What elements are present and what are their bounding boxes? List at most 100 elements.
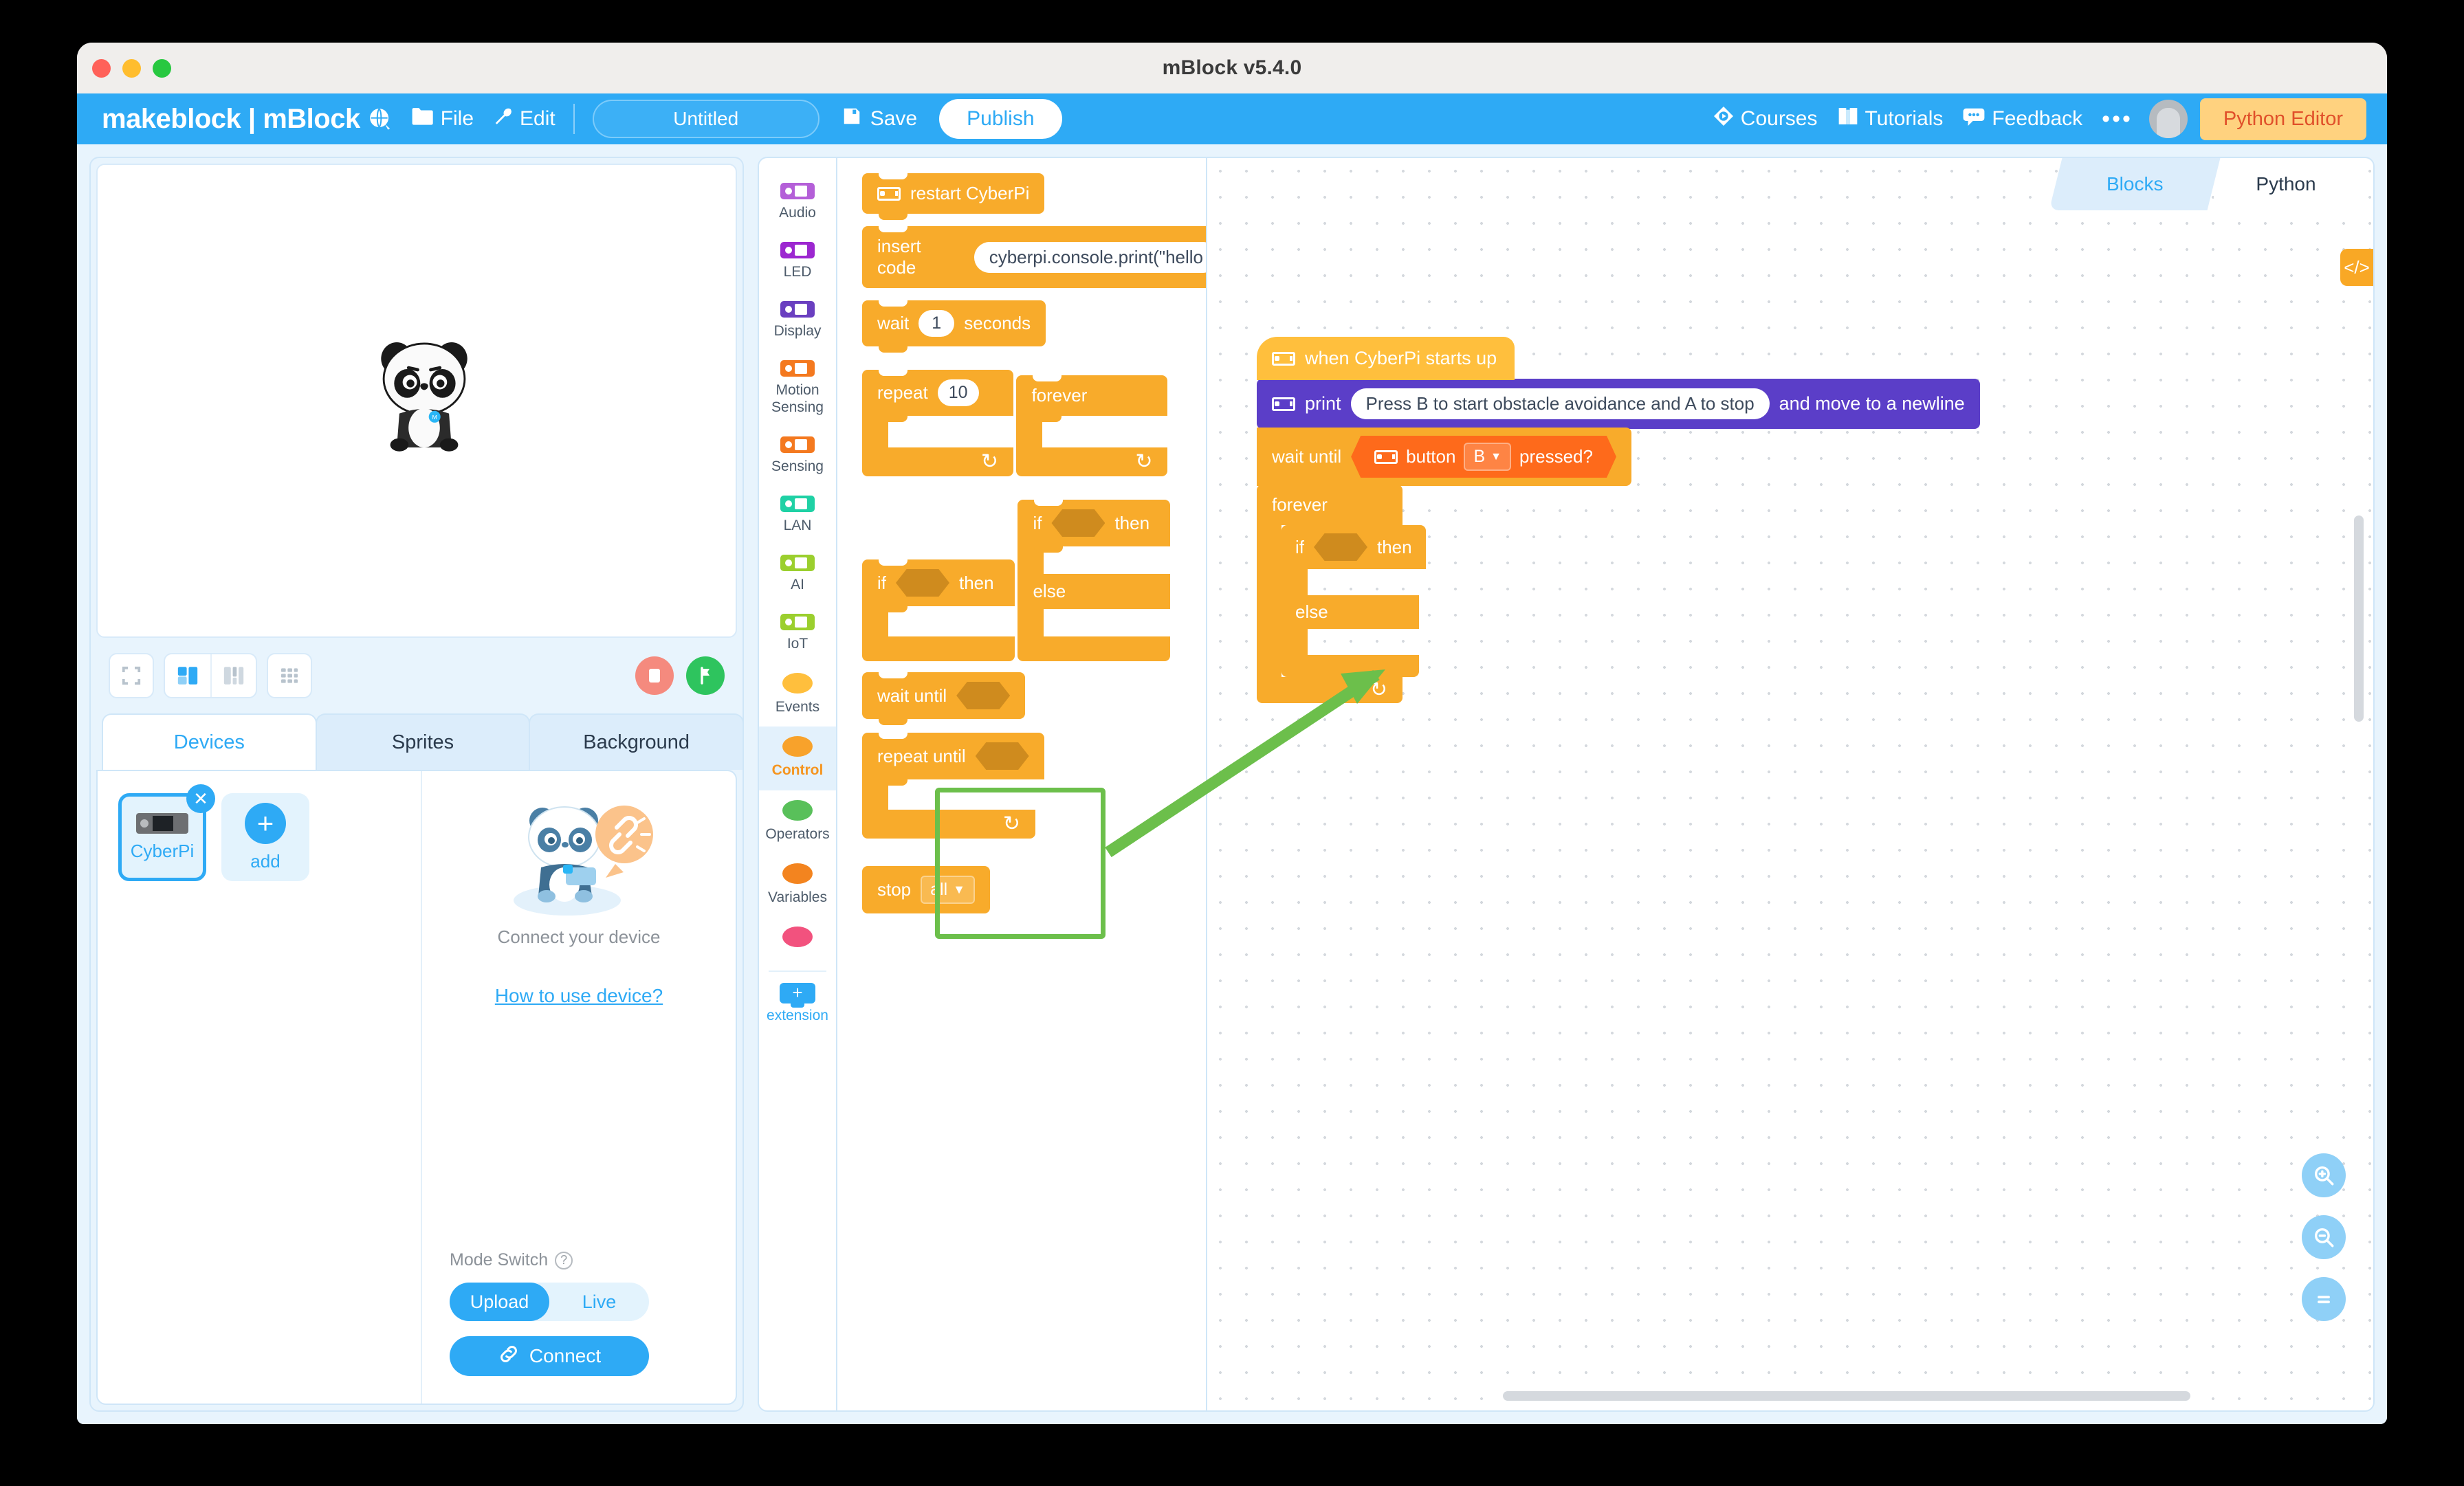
courses-menu[interactable]: Courses	[1713, 105, 1818, 133]
palette-block-if-then[interactable]: if then	[862, 559, 1015, 661]
device-card-cyberpi[interactable]: ✕ CyberPi	[118, 784, 215, 881]
my-blocks-dot-icon	[782, 926, 813, 947]
close-window-button[interactable]	[92, 59, 111, 78]
category-my-blocks[interactable]	[759, 917, 836, 964]
save-button[interactable]: Save	[842, 106, 917, 132]
loop-arrow-icon: ↻	[1370, 678, 1387, 701]
category-label: Events	[775, 699, 820, 716]
category-variables[interactable]: Variables	[759, 854, 836, 917]
palette-block-stop[interactable]: stop all ▼	[862, 866, 990, 913]
wait-seconds-value[interactable]: 1	[918, 310, 955, 337]
workspace-horizontal-scrollbar[interactable]	[1503, 1391, 2190, 1401]
insert-code-value[interactable]: cyberpi.console.print("hello	[974, 241, 1206, 273]
category-sensing[interactable]: Sensing	[759, 427, 836, 486]
palette-block-forever[interactable]: forever ↻	[1016, 375, 1168, 476]
tab-python[interactable]: Python	[2214, 158, 2358, 210]
fullscreen-icon[interactable]	[109, 653, 154, 698]
palette-block-repeat[interactable]: repeat 10 ↻	[862, 370, 1013, 476]
tab-background[interactable]: Background	[529, 713, 742, 770]
button-select-dropdown[interactable]: B ▼	[1464, 443, 1511, 471]
add-extension-button[interactable]: + extension	[759, 979, 836, 1024]
mode-option-live[interactable]: Live	[549, 1283, 649, 1321]
repeat-count-value[interactable]: 10	[937, 379, 979, 406]
category-display[interactable]: Display	[759, 291, 836, 351]
condition-slot[interactable]	[956, 682, 1011, 709]
minimize-window-button[interactable]	[122, 59, 141, 78]
device-card-add[interactable]: + add	[221, 793, 309, 881]
condition-slot[interactable]	[1314, 533, 1367, 561]
category-ai[interactable]: AI	[759, 545, 836, 604]
print-message-input[interactable]: Press B to start obstacle avoidance and …	[1350, 388, 1770, 419]
workspace-tabs: Blocks Python	[2049, 158, 2358, 210]
condition-slot[interactable]	[896, 569, 949, 597]
grid-layout-icon[interactable]	[267, 653, 312, 698]
wait-until-label: wait until	[1272, 446, 1342, 467]
block-when-cyberpi-starts-up[interactable]: when CyberPi starts up	[1257, 337, 1515, 380]
blocks-workspace[interactable]: Blocks Python </> when CyberPi starts up	[1206, 157, 2375, 1412]
panda-sprite[interactable]: M	[359, 330, 490, 461]
variables-dot-icon	[782, 863, 813, 884]
category-led[interactable]: LED	[759, 232, 836, 291]
brand-logo[interactable]: makeblock | mBlock	[102, 105, 360, 133]
palette-block-wait-seconds[interactable]: wait 1 seconds	[862, 300, 1046, 353]
block-wait-until-button[interactable]: wait until button B ▼ pressed?	[1257, 428, 1631, 486]
question-mark-icon[interactable]: ?	[555, 1251, 573, 1269]
more-options-icon[interactable]: •••	[2102, 107, 2133, 131]
code-brackets-icon[interactable]: </>	[2340, 249, 2373, 286]
block-palette[interactable]: restart CyberPi insert code cyberpi.cons…	[837, 157, 1206, 1412]
palette-block-repeat-until[interactable]: repeat until ↻	[862, 733, 1044, 839]
stop-icon[interactable]	[635, 656, 674, 695]
condition-slot[interactable]	[1051, 509, 1106, 537]
tab-devices[interactable]: Devices	[102, 713, 317, 770]
category-motion-sensing[interactable]: Motion Sensing	[759, 351, 836, 426]
script-stack[interactable]: when CyberPi starts up print Press B to …	[1257, 337, 1980, 703]
palette-block-insert-code[interactable]: insert code cyberpi.console.print("hello	[862, 226, 1206, 288]
block-label: when CyberPi starts up	[1305, 348, 1497, 368]
traffic-light-buttons[interactable]	[92, 59, 171, 78]
globe-language-icon[interactable]	[368, 107, 392, 131]
close-icon[interactable]: ✕	[186, 784, 215, 813]
category-lan[interactable]: LAN	[759, 486, 836, 545]
tutorials-menu[interactable]: Tutorials	[1837, 106, 1943, 132]
layout-small-stage-icon[interactable]	[165, 654, 210, 697]
block-if-then-else[interactable]: if then else	[1282, 525, 1426, 677]
block-label: repeat until	[877, 745, 966, 766]
book-icon	[1837, 106, 1859, 132]
layout-large-stage-icon[interactable]	[210, 654, 256, 697]
stage-area[interactable]: M	[96, 164, 737, 638]
how-to-use-device-link[interactable]: How to use device?	[495, 985, 663, 1007]
zoom-out-icon[interactable]	[2302, 1215, 2346, 1259]
file-menu[interactable]: File	[411, 107, 474, 131]
green-flag-icon[interactable]	[686, 656, 725, 695]
category-control[interactable]: Control	[759, 727, 836, 790]
workspace-vertical-scrollbar[interactable]	[2354, 515, 2364, 722]
category-audio[interactable]: Audio	[759, 173, 836, 232]
maximize-window-button[interactable]	[153, 59, 171, 78]
category-operators[interactable]: Operators	[759, 790, 836, 854]
category-iot[interactable]: IoT	[759, 604, 836, 663]
zoom-in-icon[interactable]	[2302, 1153, 2346, 1197]
block-print-newline[interactable]: print Press B to start obstacle avoidanc…	[1257, 379, 1980, 429]
feedback-menu[interactable]: Feedback	[1962, 107, 2082, 131]
tab-blocks[interactable]: Blocks	[2049, 158, 2221, 210]
palette-block-restart-cyberpi[interactable]: restart CyberPi	[862, 173, 1045, 220]
condition-button-pressed[interactable]: button B ▼ pressed?	[1351, 436, 1616, 478]
avatar[interactable]	[2148, 100, 2188, 138]
python-editor-button[interactable]: Python Editor	[2199, 98, 2366, 140]
edit-menu[interactable]: Edit	[493, 106, 556, 132]
mode-toggle[interactable]: Upload Live	[450, 1283, 649, 1321]
publish-button[interactable]: Publish	[939, 99, 1062, 139]
condition-slot[interactable]	[975, 742, 1029, 770]
stop-target-dropdown[interactable]: all ▼	[921, 876, 975, 904]
connect-button[interactable]: Connect	[450, 1336, 649, 1376]
palette-block-wait-until[interactable]: wait until	[862, 672, 1026, 725]
zoom-reset-icon[interactable]	[2302, 1277, 2346, 1321]
link-chain-icon	[498, 1343, 520, 1370]
layout-mode-group[interactable]	[164, 653, 257, 698]
palette-block-if-then-else[interactable]: if then else	[1018, 500, 1171, 661]
project-name-input[interactable]: Untitled	[592, 100, 820, 138]
tab-sprites[interactable]: Sprites	[315, 713, 531, 770]
block-forever[interactable]: forever if then else ↻	[1257, 485, 1426, 703]
category-events[interactable]: Events	[759, 663, 836, 727]
mode-option-upload[interactable]: Upload	[450, 1283, 549, 1321]
